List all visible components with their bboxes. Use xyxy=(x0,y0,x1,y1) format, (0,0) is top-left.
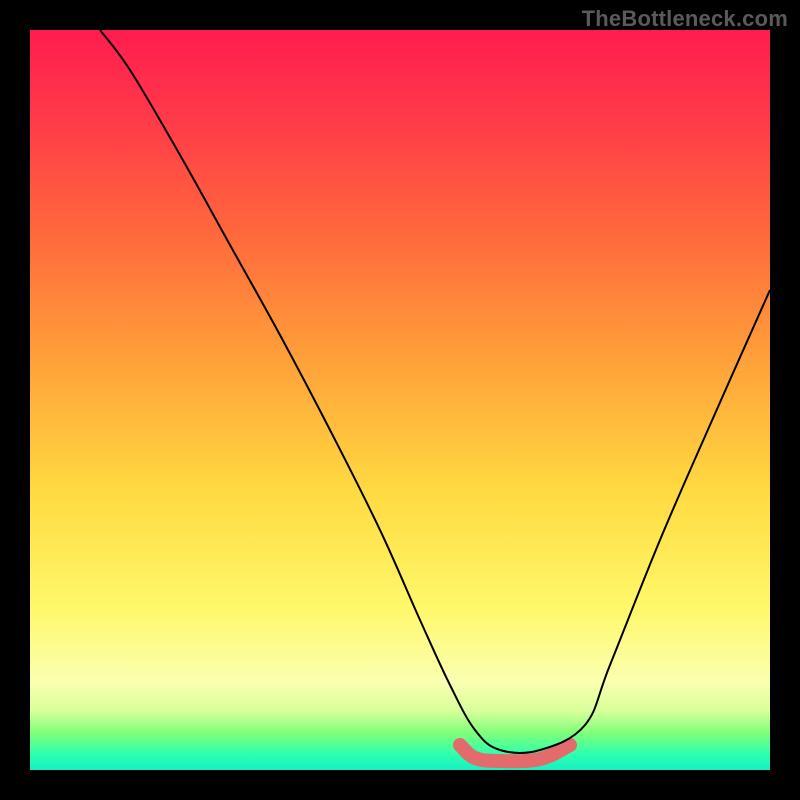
curve-svg xyxy=(30,30,770,770)
watermark-label: TheBottleneck.com xyxy=(582,6,788,32)
black-curve-path xyxy=(100,30,770,753)
chart-frame: TheBottleneck.com xyxy=(0,0,800,800)
gradient-plot-area xyxy=(30,30,770,770)
